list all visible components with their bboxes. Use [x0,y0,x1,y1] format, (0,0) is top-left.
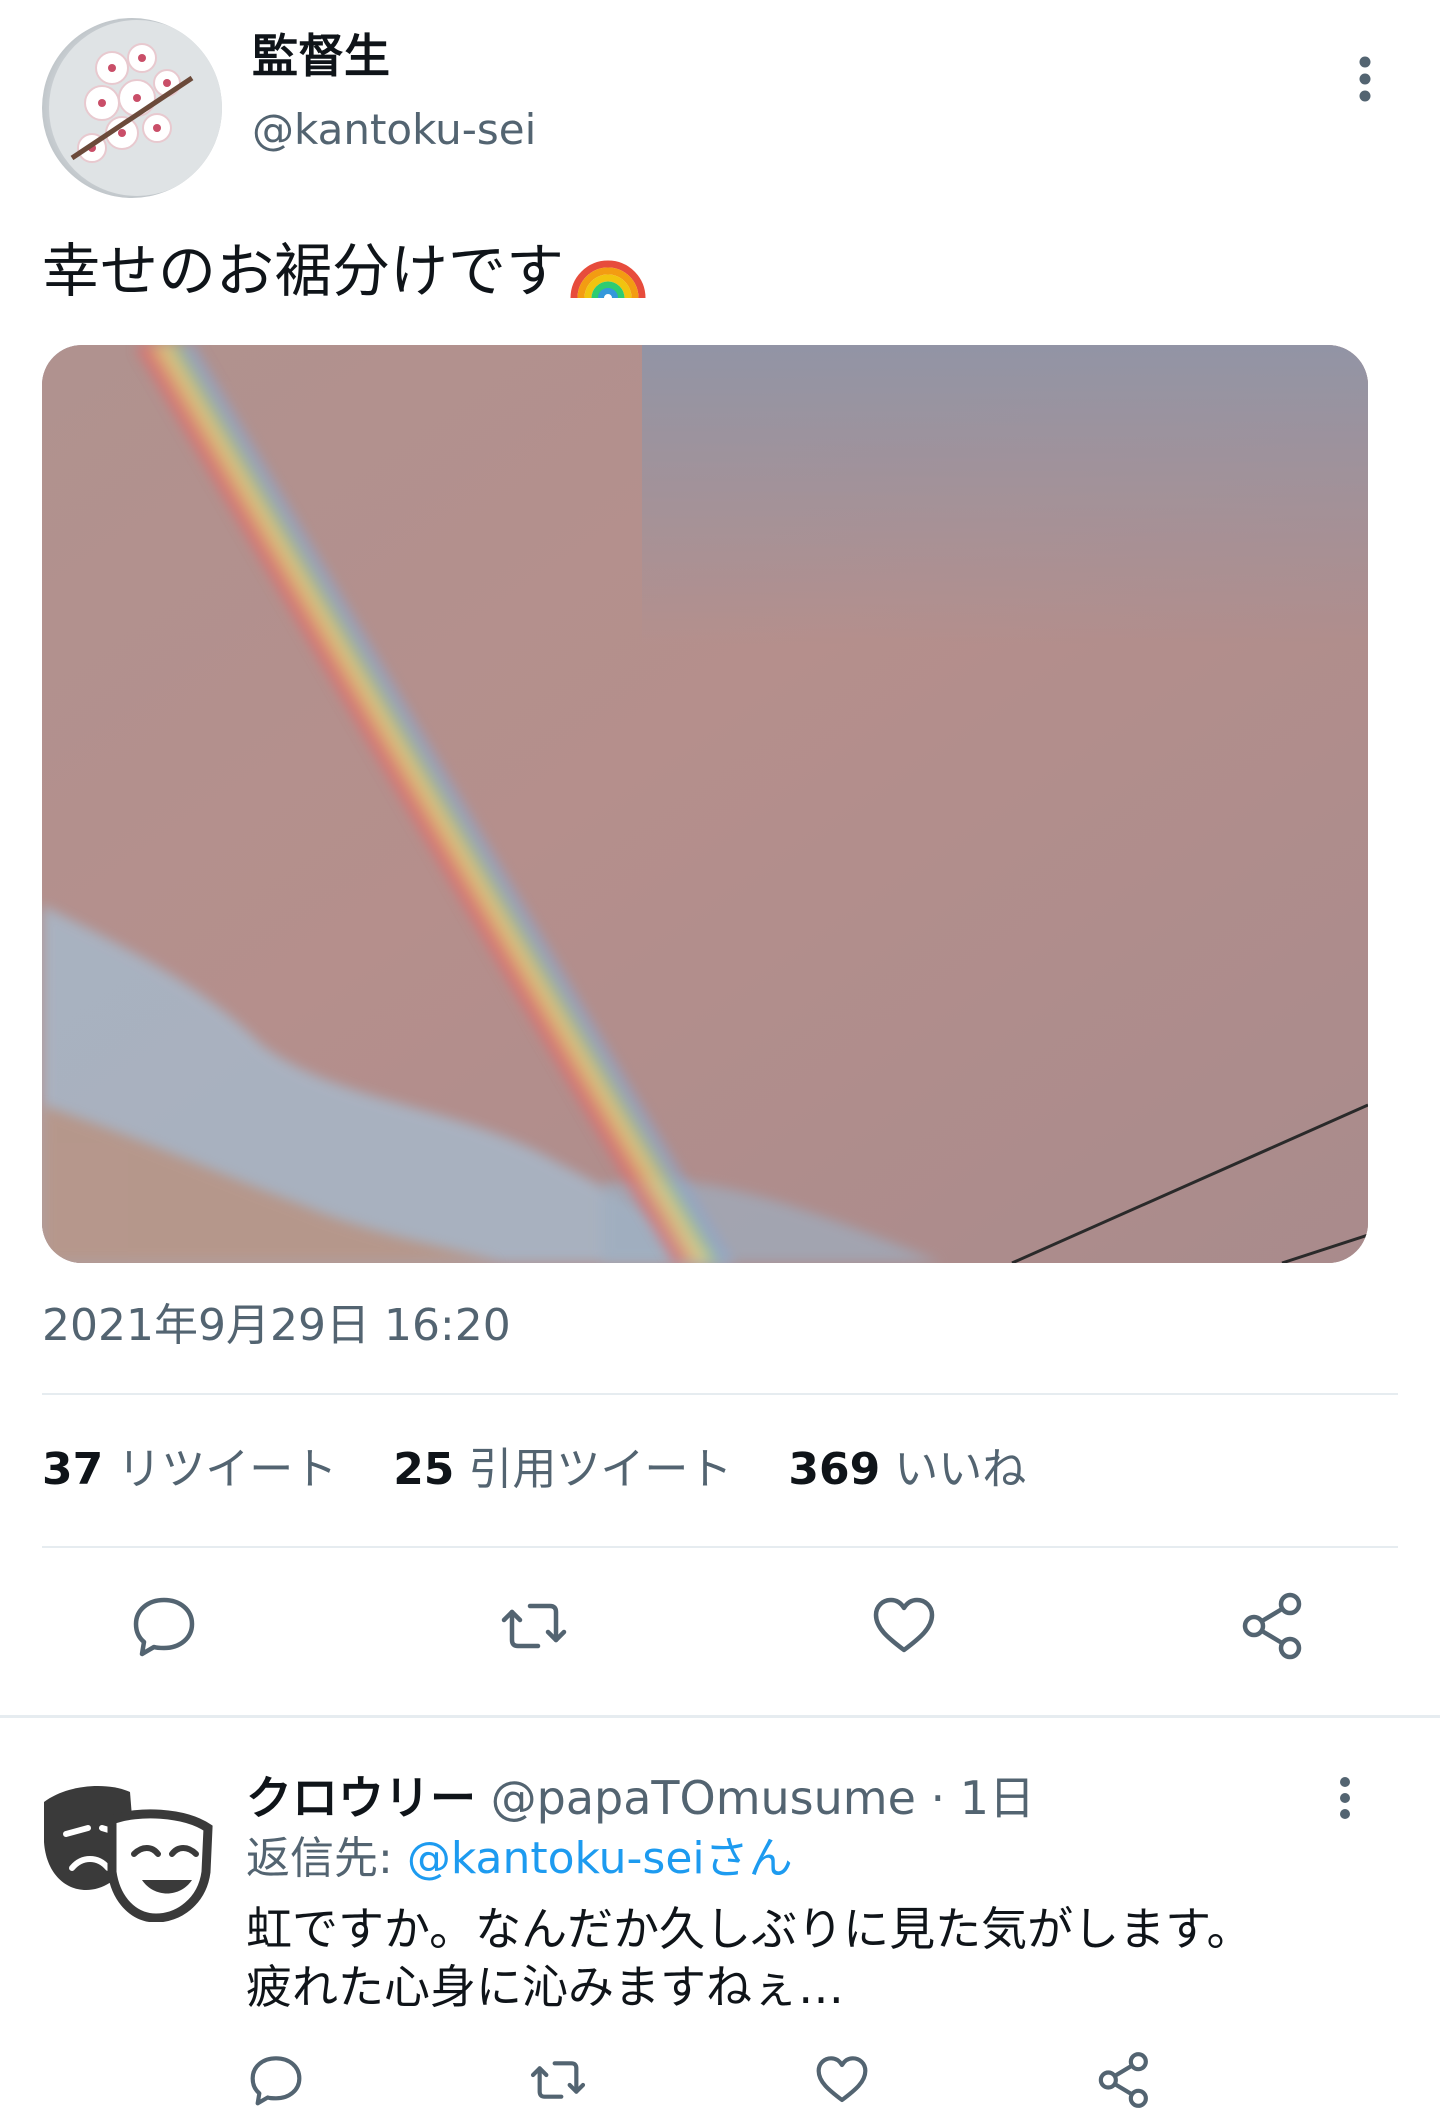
reply-time[interactable]: · 1日 [931,1771,1036,1825]
stat-quotes[interactable]: 25 引用ツイート [393,1444,732,1495]
tweet-text-content: 幸せのお裾分けです [42,237,565,306]
reply-to-line: 返信先: @kantoku-seiさん [246,1830,793,1888]
share-icon[interactable] [1095,2050,1155,2110]
stat-label: いいね [894,1444,1027,1495]
reply-more-options-icon[interactable] [1330,1772,1360,1832]
stat-label: リツイート [117,1444,338,1495]
reply-icon[interactable] [128,1590,200,1662]
reply-author-name[interactable]: クロウリー [246,1771,476,1825]
tweet-stats: 37 リツイート 25 引用ツイート 369 いいね [42,1440,1026,1500]
stat-count: 369 [788,1444,881,1495]
reply-author-handle[interactable]: @papaTOmusume [491,1771,916,1825]
tweet-action-bar [0,1590,1440,1670]
tweet-photo[interactable] [42,345,1368,1263]
stat-count: 37 [42,1444,104,1495]
divider [0,1715,1440,1718]
share-icon[interactable] [1238,1590,1310,1662]
more-options-icon[interactable] [1350,52,1380,112]
rainbow-emoji-icon [570,232,646,318]
retweet-icon[interactable] [498,1590,570,1662]
like-icon[interactable] [868,1590,940,1662]
author-avatar[interactable] [42,18,222,198]
reply-to-mention[interactable]: @kantoku-seiさん [407,1833,793,1884]
reply-text-line: 疲れた心身に沁みますねぇ… [246,1960,844,2014]
retweet-icon[interactable] [528,2050,588,2110]
stat-label: 引用ツイート [468,1444,733,1495]
tweet-text: 幸せのお裾分けです [42,232,646,318]
tweet-timestamp[interactable]: 2021年9月29日 16:20 [42,1298,511,1354]
like-icon[interactable] [812,2050,872,2110]
reply-action-bar [0,2050,1440,2113]
stat-retweets[interactable]: 37 リツイート [42,1444,337,1495]
reply-avatar[interactable] [38,1772,218,1923]
author-name[interactable]: 監督生 [252,28,390,84]
reply-icon[interactable] [246,2050,306,2110]
stat-count: 25 [393,1444,455,1495]
reply-text-line: 虹ですか。なんだか久しぶりに見た気がします。 [246,1902,1253,1956]
author-handle[interactable]: @kantoku-sei [252,103,536,157]
reply-header: クロウリー @papaTOmusume · 1日 [246,1768,1035,1828]
divider [42,1393,1398,1395]
reply-to-prefix: 返信先: [246,1833,407,1884]
reply-text: 虹ですか。なんだか久しぶりに見た気がします。 疲れた心身に沁みますねぇ… [246,1900,1396,2016]
divider [42,1546,1398,1548]
stat-likes[interactable]: 369 いいね [788,1444,1026,1495]
